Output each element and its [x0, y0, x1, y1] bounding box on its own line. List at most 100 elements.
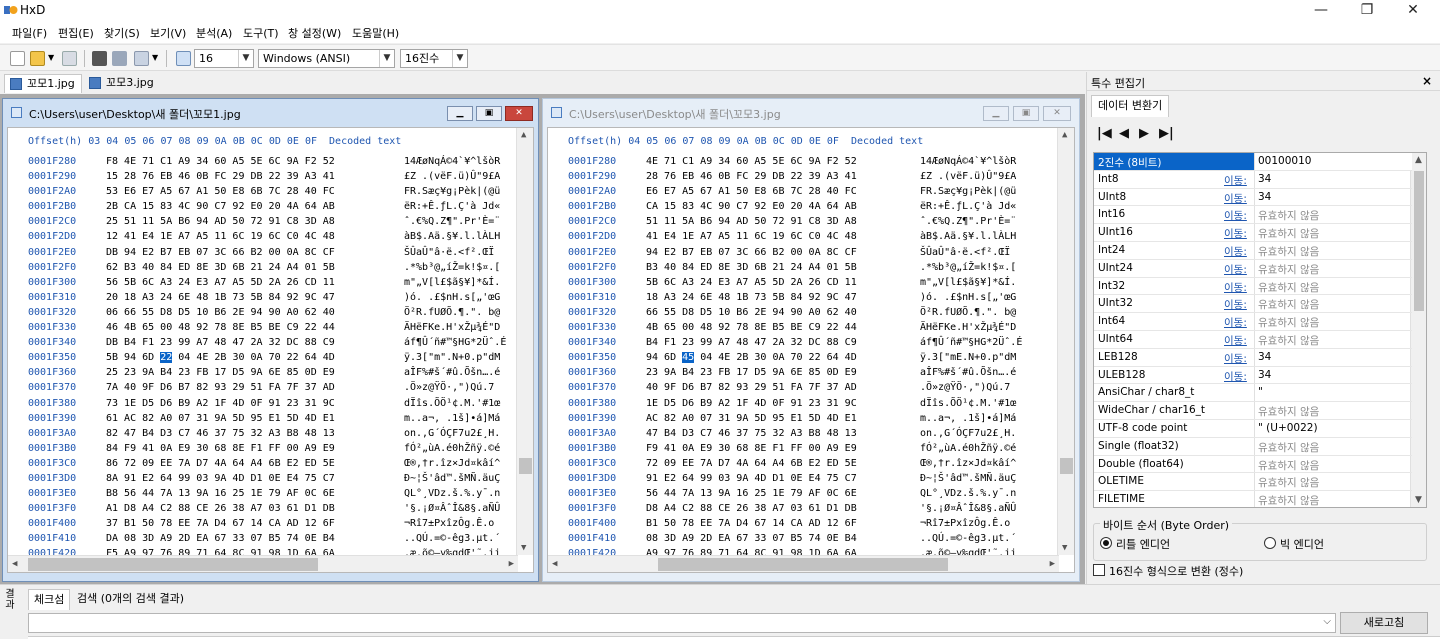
inspector-row[interactable]: UTF-8 code point " (U+0022)	[1094, 420, 1412, 438]
row-decoded-text[interactable]: m..a¬‚ .1š]•á]Má	[920, 411, 1016, 426]
inspector-row[interactable]: Double (float64) 유효하지 않음	[1094, 455, 1412, 474]
inspector-row[interactable]: AnsiChar / char8_t "	[1094, 384, 1412, 403]
row-hex-bytes[interactable]: 41 E4 1E A7 A5 11 6C 19 6C C0 4C 48	[646, 229, 857, 244]
row-hex-bytes[interactable]: 25 51 11 5A B6 94 AD 50 72 91 C8 3D A8	[106, 214, 335, 229]
row-hex-bytes[interactable]: DB 94 E2 B7 EB 07 3C 66 B2 00 0A 8C CF	[106, 245, 335, 260]
row-decoded-text[interactable]: áf¶Û´ñ#™§HG*2Üˆ.É	[920, 335, 1022, 350]
row-hex-bytes[interactable]: 8A 91 E2 64 99 03 9A 4D D1 0E E4 75 C7	[106, 471, 335, 486]
inspector-row[interactable]: FILETIME 유효하지 않음	[1094, 491, 1412, 507]
row-hex-bytes[interactable]: B8 56 44 7A 13 9A 16 25 1E 79 AF 0C 6E	[106, 486, 335, 501]
row-decoded-text[interactable]: ŠÛaÛ"â·ë.<f².ŒÏ	[920, 245, 1010, 260]
selected-byte[interactable]: 22	[160, 352, 173, 364]
minimize-button[interactable]: —	[1298, 0, 1344, 22]
goto-link[interactable]: 이동:	[1224, 369, 1247, 384]
row-decoded-text[interactable]: ¬Rî7±PxîzÔg.Ê­.o	[404, 516, 494, 531]
scroll-up-icon[interactable]: ▲	[1062, 130, 1067, 140]
inspector-row[interactable]: Single (float32) 유효하지 않음	[1094, 437, 1412, 456]
row-decoded-text[interactable]: '§.¡Ø¤ÂˆÎ&8§.aÑÛ	[920, 501, 1016, 516]
inspector-value[interactable]: 유효하지 않음	[1258, 315, 1319, 330]
scroll-down-icon[interactable]: ▼	[1415, 495, 1422, 505]
row-hex-bytes[interactable]: 56 5B 6C A3 24 E3 A7 A5 5D 2A 26 CD 11	[106, 275, 335, 290]
inspector-row[interactable]: Int16 이동: 유효하지 않음	[1094, 206, 1412, 225]
inspector-value[interactable]: 유효하지 않음	[1258, 262, 1319, 277]
goto-link[interactable]: 이동:	[1224, 191, 1247, 206]
row-decoded-text[interactable]: ŠÛaÛ"â·ë.<f².ŒÏ	[404, 245, 494, 260]
row-hex-bytes[interactable]: 2B CA 15 83 4C 90 C7 92 E0 20 4A 64 AB	[106, 199, 335, 214]
goto-link[interactable]: 이동:	[1224, 173, 1247, 188]
inspector-value[interactable]: 유효하지 않음	[1258, 493, 1319, 507]
row-decoded-text[interactable]: fÓ²„ùA.é0hŽñÿ.©é	[404, 441, 500, 456]
row-decoded-text[interactable]: ..QÚ.=©-êg3.µt.´	[404, 531, 500, 546]
goto-link[interactable]: 이동:	[1224, 315, 1247, 330]
row-hex-bytes[interactable]: 66 55 D8 D5 10 B6 2E 94 90 A0 62 40	[646, 305, 857, 320]
menu-help[interactable]: 도움말(H)	[352, 25, 399, 41]
hex-view[interactable]: Offset(h) 03 04 05 06 07 08 09 0A 0B 0C …	[7, 127, 534, 573]
scroll-thumb[interactable]	[658, 558, 948, 571]
editor-restore-button[interactable]: ▣	[1013, 106, 1039, 121]
inspector-row[interactable]: Int24 이동: 유효하지 않음	[1094, 242, 1412, 260]
row-hex-bytes[interactable]: 62 B3 40 84 ED 8E 3D 6B 21 24 A4 01 5B	[106, 260, 335, 275]
panel-close-icon[interactable]: ×	[1422, 74, 1432, 88]
row-hex-bytes[interactable]: 25 23 9A B4 23 FB 17 D5 9A 6E 85 0D E9	[106, 365, 335, 380]
menu-file[interactable]: 파일(F)	[12, 25, 47, 41]
bytes-per-row-select[interactable]: 16 ▼	[194, 49, 254, 68]
scroll-left-icon[interactable]: ◀	[552, 559, 557, 569]
row-hex-bytes[interactable]: 40 9F D6 B7 82 93 29 51 FA 7F 37 AD	[646, 380, 857, 395]
close-file-icon[interactable]	[92, 51, 107, 66]
row-decoded-text[interactable]: '§.¡Ø¤ÂˆÎ&8§.aÑÛ	[404, 501, 500, 516]
row-decoded-text[interactable]: .*%b³@„íŽ=k!$¤.[	[920, 260, 1016, 275]
row-hex-bytes[interactable]: 94 6D 45 04 4E 2B 30 0A 70 22 64 4D	[646, 350, 857, 365]
editor-window-3[interactable]: C:\Users\user\Desktop\새 폴더\꼬모3.jpg ▁ ▣ ✕…	[542, 98, 1080, 582]
row-decoded-text[interactable]: QL°¸VDz.š.%.y¯.n	[404, 486, 500, 501]
scroll-up-icon[interactable]: ▲	[521, 130, 526, 140]
nav-last-icon[interactable]: ▶|	[1159, 126, 1174, 141]
vertical-scrollbar[interactable]: ▲ ▼	[516, 128, 533, 555]
menu-window[interactable]: 창 설정(W)	[288, 25, 341, 41]
inspector-row[interactable]: UInt8 이동: 34	[1094, 188, 1412, 207]
inspector-value[interactable]: 00100010	[1255, 153, 1412, 170]
editor-restore-button[interactable]: ▣	[476, 106, 502, 121]
row-hex-bytes[interactable]: 94 E2 B7 EB 07 3C 66 B2 00 0A 8C CF	[646, 245, 857, 260]
goto-link[interactable]: 이동:	[1224, 280, 1247, 295]
goto-link[interactable]: 이동:	[1224, 226, 1247, 241]
inspector-value[interactable]: 34	[1258, 191, 1271, 203]
row-hex-bytes[interactable]: E6 E7 A5 67 A1 50 E8 6B 7C 28 40 FC	[646, 184, 857, 199]
row-hex-bytes[interactable]: DB B4 F1 23 99 A7 48 47 2A 32 DC 88 C9	[106, 335, 335, 350]
inspector-row[interactable]: UInt64 이동: 유효하지 않음	[1094, 331, 1412, 349]
goto-link[interactable]: 이동:	[1224, 262, 1247, 277]
file-tab-1[interactable]: 꼬모1.jpg	[4, 74, 82, 93]
row-hex-bytes[interactable]: B1 50 78 EE 7A D4 67 14 CA AD 12 6F	[646, 516, 857, 531]
row-decoded-text[interactable]: )ó. .£$nH.s[„'œG	[404, 290, 500, 305]
goto-link[interactable]: 이동:	[1224, 208, 1247, 223]
inspector-row[interactable]: UInt32 이동: 유효하지 않음	[1094, 295, 1412, 314]
row-decoded-text[interactable]: Œ®,†r.îz×Jd¤kâí^	[404, 456, 500, 471]
row-decoded-text[interactable]: aÎF%#š´#û.Õšn….é	[404, 365, 500, 380]
inspector-row[interactable]: ULEB128 이동: 34	[1094, 366, 1412, 385]
row-hex-bytes[interactable]: 84 F9 41 0A E9 30 68 8E F1 FF 00 A9 E9	[106, 441, 335, 456]
document-icon[interactable]	[134, 51, 149, 66]
row-hex-bytes[interactable]: 08 3D A9 2D EA 67 33 07 B5 74 0E B4	[646, 531, 857, 546]
editor-title-bar[interactable]: C:\Users\user\Desktop\새 폴더\꼬모3.jpg ▁ ▣ ✕	[543, 99, 1079, 125]
scroll-thumb[interactable]	[1414, 171, 1424, 311]
inspector-row[interactable]: Int8 이동: 34	[1094, 170, 1412, 189]
open-dropdown-icon[interactable]: ▼	[48, 53, 56, 68]
inspector-value[interactable]: 유효하지 않음	[1258, 458, 1319, 473]
editor-close-button[interactable]: ✕	[505, 106, 533, 121]
row-decoded-text[interactable]: ÄHëFKe.H'xŽµ¾É"D	[920, 320, 1016, 335]
row-decoded-text[interactable]: 14ÆøNqÁ©4`¥^lšòR	[920, 154, 1016, 169]
menu-search[interactable]: 찾기(S)	[104, 25, 140, 41]
inspector-row[interactable]: Int64 이동: 유효하지 않음	[1094, 313, 1412, 331]
row-hex-bytes[interactable]: B3 40 84 ED 8E 3D 6B 21 24 A4 01 5B	[646, 260, 857, 275]
goto-link[interactable]: 이동:	[1224, 244, 1247, 259]
row-decoded-text[interactable]: ¬Rî7±PxîzÔg.Ê­.o	[920, 516, 1010, 531]
row-decoded-text[interactable]: .*%b³@„íŽ=k!$¤.[	[404, 260, 500, 275]
row-decoded-text[interactable]: ÿ.3["mE.N+0.p"dM	[920, 350, 1016, 365]
row-decoded-text[interactable]: ÄHëFKe.H'xŽµ¾É"D	[404, 320, 500, 335]
editor-window-1[interactable]: C:\Users\user\Desktop\새 폴더\꼬모1.jpg ▁ ▣ ✕…	[2, 98, 539, 582]
row-hex-bytes[interactable]: 5B 6C A3 24 E3 A7 A5 5D 2A 26 CD 11	[646, 275, 857, 290]
scroll-up-icon[interactable]: ▲	[1415, 155, 1422, 165]
horizontal-scrollbar[interactable]: ◀ ▶	[8, 555, 518, 572]
row-decoded-text[interactable]: Ð~¦Š'âd™.šMÑ.äuÇ	[920, 471, 1016, 486]
row-hex-bytes[interactable]: 46 4B 65 00 48 92 78 8E B5 BE C9 22 44	[106, 320, 335, 335]
row-hex-bytes[interactable]: 15 28 76 EB 46 0B FC 29 DB 22 39 A3 41	[106, 169, 335, 184]
